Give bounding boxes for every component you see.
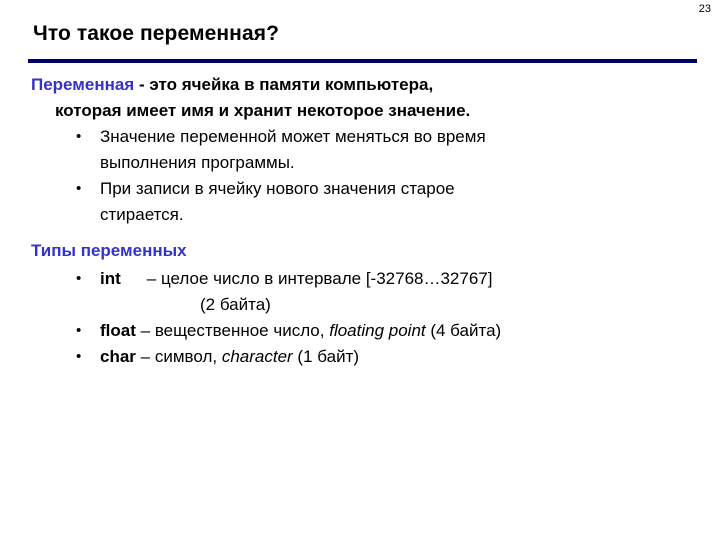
type-english-term: floating point <box>329 321 426 340</box>
definition-term: Переменная <box>31 75 135 94</box>
type-name: float <box>100 321 136 340</box>
list-item-text: Значение переменной может меняться во вр… <box>100 127 486 146</box>
page-title: Что такое переменная? <box>33 22 279 45</box>
type-name: char <box>100 347 136 366</box>
list-item: • Значение переменной может меняться во в… <box>0 124 720 150</box>
type-item-float: • float – вещественное число, floating po… <box>0 318 720 344</box>
list-item-continuation: стирается. <box>100 205 184 224</box>
type-item-char: • char – символ, character (1 байт) <box>0 344 720 370</box>
type-dash: – <box>146 269 161 288</box>
bullet-icon: • <box>76 180 82 197</box>
definition-line-1-rest: - это ячейка в памяти компьютера, <box>134 75 434 94</box>
bullet-icon: • <box>76 322 82 339</box>
page-number: 23 <box>698 3 711 15</box>
bullet-icon: • <box>76 348 82 365</box>
list-item-text: При записи в ячейку нового значения стар… <box>100 179 455 198</box>
bullet-icon: • <box>76 270 82 287</box>
type-description: символ, <box>154 347 222 366</box>
type-size-note: (4 байта) <box>425 321 502 340</box>
type-dash: – <box>140 347 155 366</box>
definition-line-1: Переменная - это ячейка в памяти компьют… <box>0 72 720 98</box>
type-size-note: (2 байта) <box>200 295 271 314</box>
section-heading-types: Типы переменных <box>31 241 187 260</box>
type-name: int <box>100 269 121 288</box>
slide-canvas: 23 Что такое переменная? Переменная - эт… <box>0 0 720 540</box>
list-item: • При записи в ячейку нового значения ста… <box>0 176 720 202</box>
type-description: вещественное число, <box>154 321 330 340</box>
type-size-note: (1 байт) <box>292 347 360 366</box>
list-item-continuation: выполнения программы. <box>100 153 295 172</box>
type-description: целое число в интервале [-32768…32767] <box>160 269 493 288</box>
type-english-term: character <box>221 347 293 366</box>
slide-body: Переменная - это ячейка в памяти компьют… <box>0 72 720 370</box>
definition-line-2: которая имеет имя и хранит некоторое зна… <box>55 101 471 120</box>
bullet-icon: • <box>76 128 82 145</box>
type-item-int: • int – целое число в интервале [-32768…32… <box>0 266 720 292</box>
type-dash: – <box>140 321 155 340</box>
title-divider <box>28 59 697 63</box>
